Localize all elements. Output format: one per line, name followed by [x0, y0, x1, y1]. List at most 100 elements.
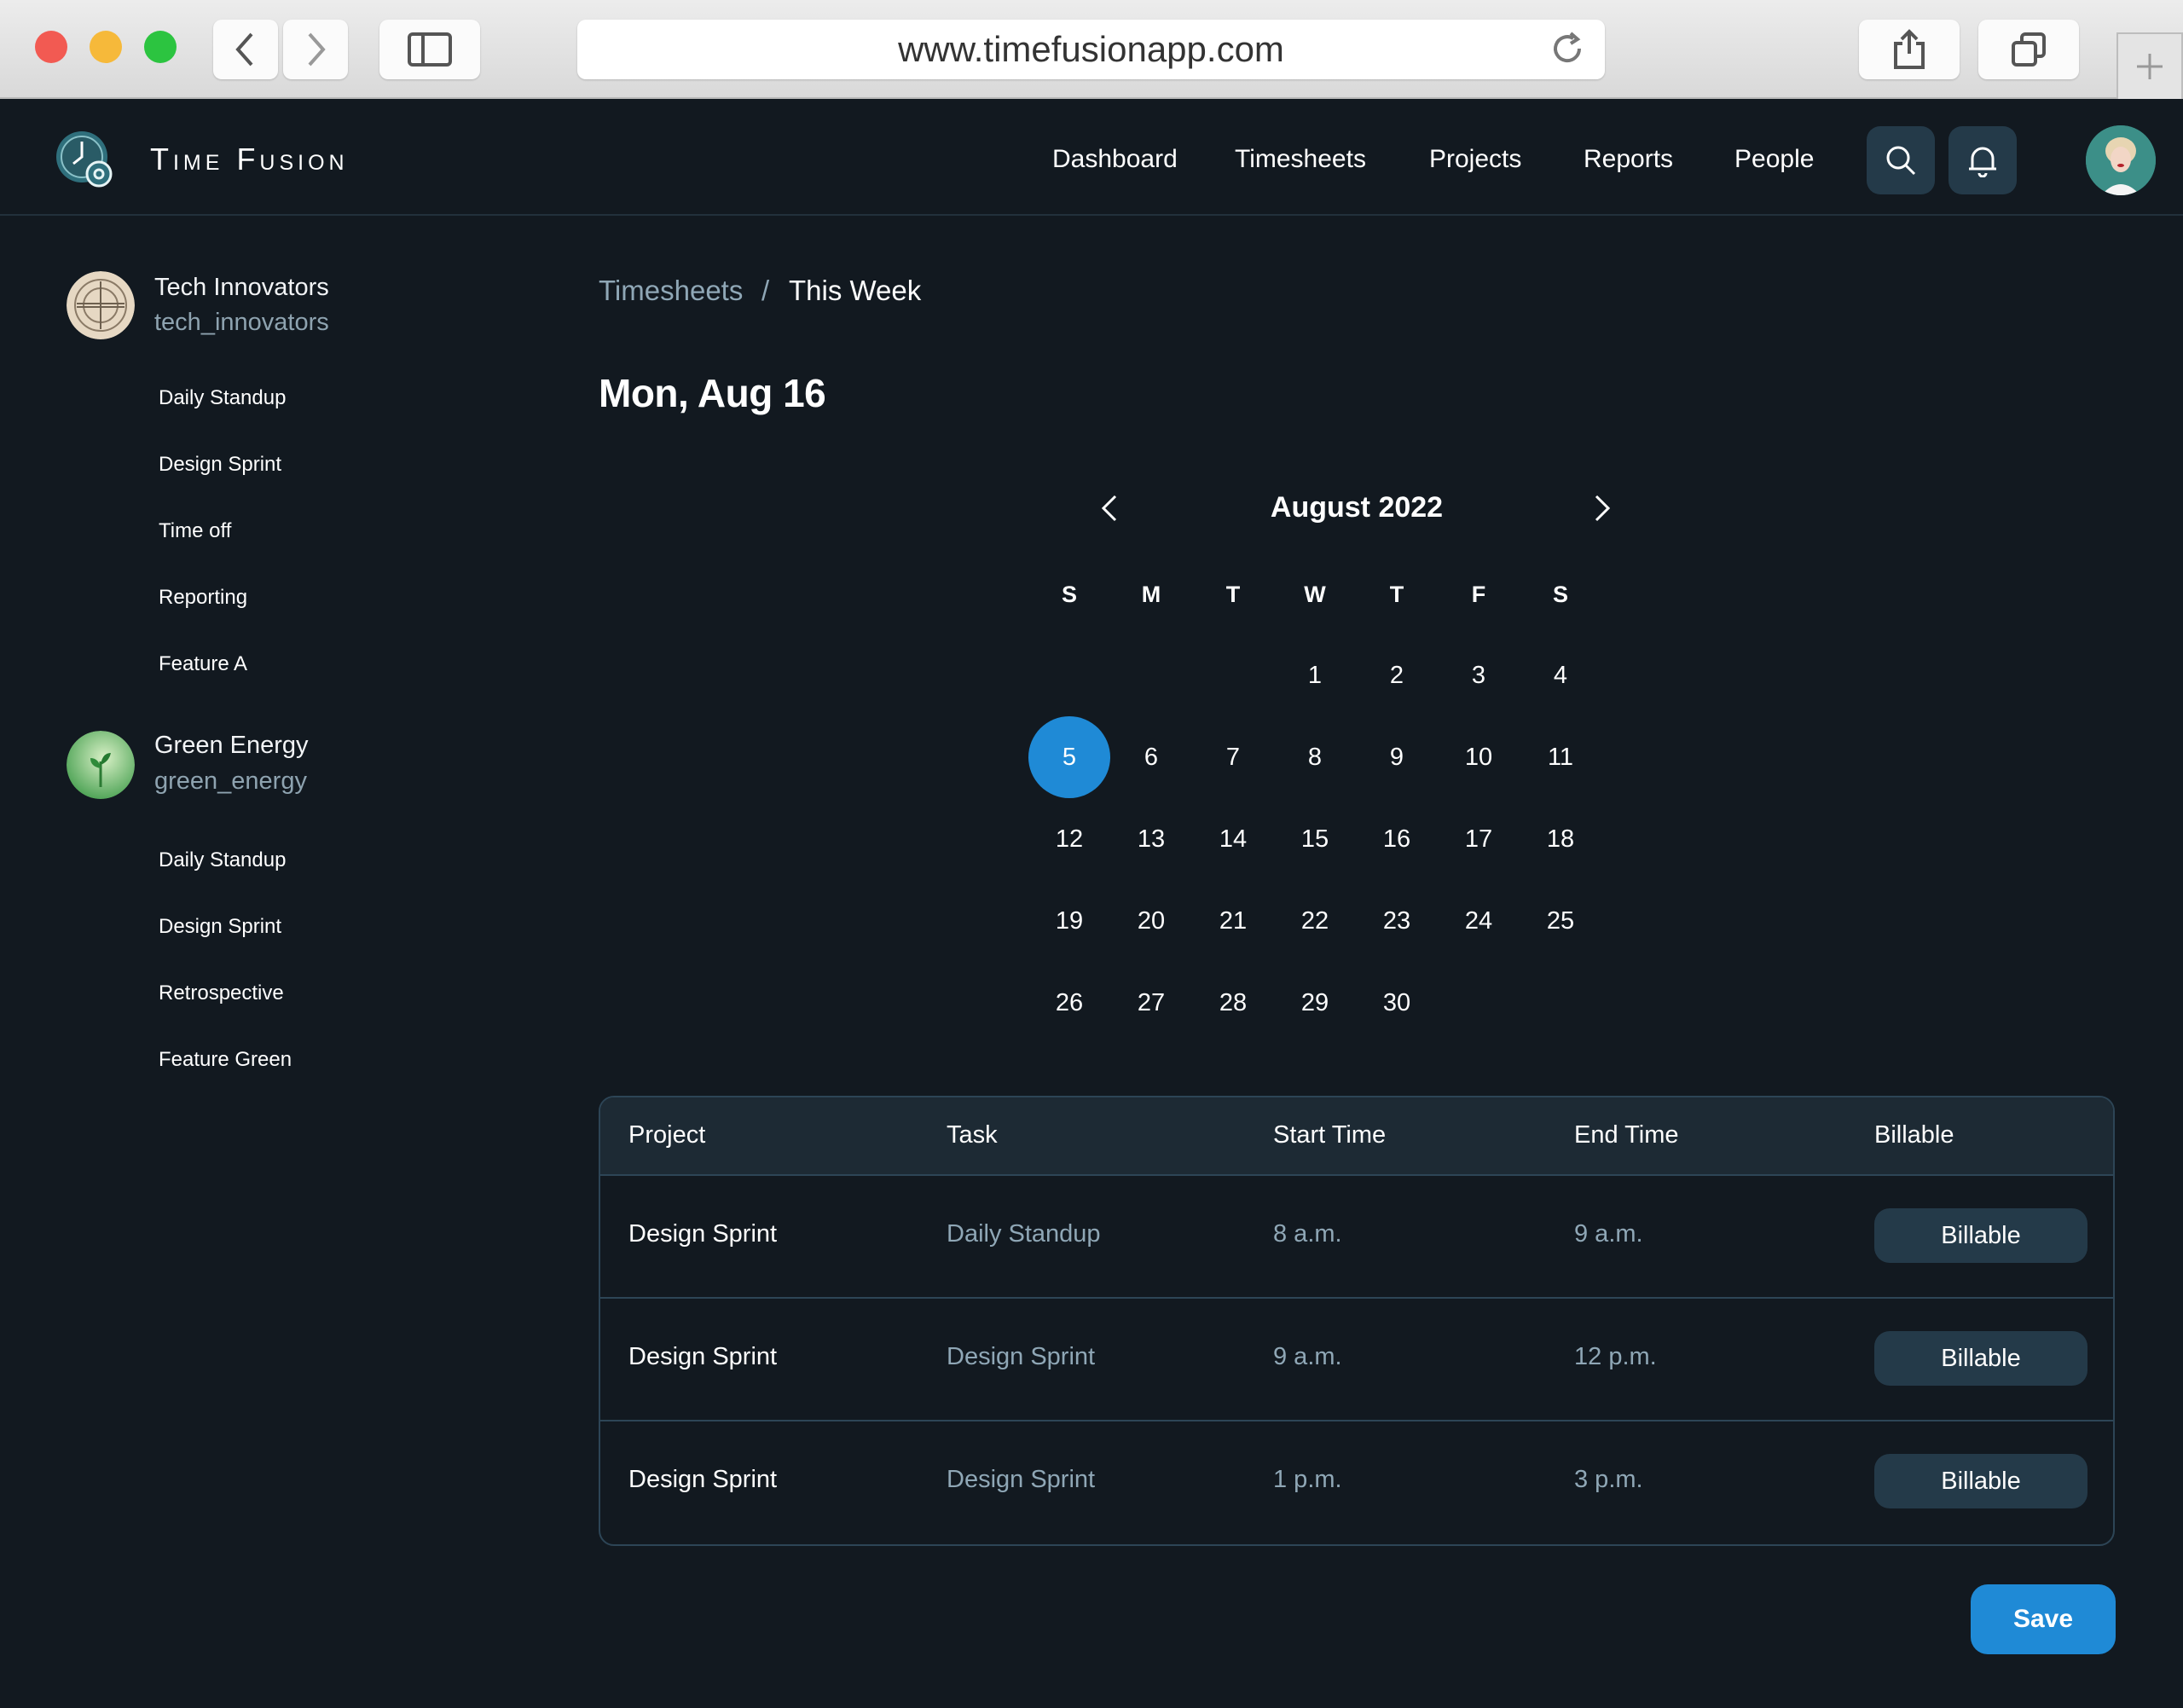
calendar-day[interactable]: 21	[1192, 880, 1274, 962]
show-tabs-button[interactable]	[1978, 20, 2079, 79]
chevron-left-icon[interactable]	[1093, 491, 1127, 525]
calendar-day[interactable]: 13	[1110, 798, 1192, 880]
org-avatar-tech-innovators[interactable]	[67, 271, 135, 339]
calendar-day[interactable]: 30	[1356, 962, 1438, 1044]
column-header-task: Task	[947, 1121, 998, 1149]
calendar-day[interactable]: 28	[1192, 962, 1274, 1044]
chevron-right-icon[interactable]	[1584, 491, 1618, 525]
calendar-day[interactable]: 27	[1110, 962, 1192, 1044]
sidebar-item[interactable]: Feature A	[159, 652, 247, 676]
sidebar-item[interactable]: Design Sprint	[159, 453, 281, 477]
weekday-label: M	[1141, 582, 1161, 607]
sidebar-item[interactable]: Time off	[159, 519, 231, 543]
billable-button[interactable]: Billable	[1874, 1331, 2087, 1386]
calendar-day[interactable]: 25	[1520, 880, 1601, 962]
user-avatar[interactable]	[2086, 125, 2156, 195]
timesheet-table: Project Task Start Time End Time Billabl…	[599, 1096, 2115, 1546]
calendar-day[interactable]: 10	[1438, 716, 1520, 798]
tech-innovators-logo-icon	[67, 271, 135, 339]
org-name[interactable]: Tech Innovators	[154, 274, 329, 302]
nav-dashboard[interactable]: Dashboard	[1052, 145, 1178, 174]
org-avatar-green-energy[interactable]	[67, 731, 135, 799]
sidebar-item[interactable]: Feature Green	[159, 1048, 292, 1072]
reload-icon[interactable]	[1550, 32, 1586, 67]
brand-name: Time Fusion	[150, 142, 349, 177]
column-header-project: Project	[628, 1121, 706, 1149]
table-header: Project Task Start Time End Time Billabl…	[600, 1097, 2113, 1176]
calendar-day[interactable]: 29	[1274, 962, 1356, 1044]
nav-projects[interactable]: Projects	[1429, 145, 1521, 174]
page-title: Mon, Aug 16	[599, 371, 826, 415]
breadcrumb-current: This Week	[789, 275, 922, 306]
calendar-day[interactable]: 12	[1028, 798, 1110, 880]
nav-timesheets[interactable]: Timesheets	[1235, 145, 1366, 174]
search-icon	[1886, 146, 1916, 176]
calendar-day[interactable]: 18	[1520, 798, 1601, 880]
calendar-day[interactable]: 26	[1028, 962, 1110, 1044]
sidebar-item[interactable]: Reporting	[159, 586, 247, 610]
billable-button[interactable]: Billable	[1874, 1208, 2087, 1263]
bell-icon	[1969, 147, 1996, 177]
calendar-day[interactable]: 8	[1274, 716, 1356, 798]
table-row: Design Sprint Daily Standup 8 a.m. 9 a.m…	[600, 1176, 2113, 1299]
app-header: Time Fusion Dashboard Timesheets Project…	[0, 99, 2183, 216]
new-tab-button[interactable]	[2116, 32, 2183, 99]
calendar-day[interactable]: 6	[1110, 716, 1192, 798]
maximize-window-button[interactable]	[144, 31, 177, 63]
breadcrumb-timesheets[interactable]: Timesheets	[599, 275, 743, 307]
calendar-day[interactable]: 20	[1110, 880, 1192, 962]
cell-end-time: 3 p.m.	[1574, 1466, 1643, 1493]
weekday-label: F	[1471, 582, 1486, 607]
minimize-window-button[interactable]	[90, 31, 122, 63]
search-button[interactable]	[1867, 126, 1935, 194]
back-button[interactable]	[213, 20, 278, 79]
calendar-day[interactable]: 1	[1274, 634, 1356, 716]
calendar-day[interactable]: 9	[1356, 716, 1438, 798]
new-tab-icon	[2137, 54, 2163, 79]
calendar-day[interactable]: 4	[1520, 634, 1601, 716]
sidebar-item[interactable]: Daily Standup	[159, 386, 286, 410]
cell-project: Design Sprint	[628, 1466, 778, 1493]
calendar-day[interactable]: 22	[1274, 880, 1356, 962]
calendar-day[interactable]: 16	[1356, 798, 1438, 880]
save-button[interactable]: Save	[1971, 1584, 2116, 1654]
cell-start-time: 9 a.m.	[1273, 1343, 1342, 1370]
calendar-day[interactable]: 7	[1192, 716, 1274, 798]
org-name[interactable]: Green Energy	[154, 732, 309, 760]
nav-people[interactable]: People	[1734, 145, 1814, 174]
column-header-end-time: End Time	[1574, 1121, 1679, 1149]
calendar-day-selected[interactable]: 5	[1028, 716, 1110, 798]
sidebar-item[interactable]: Retrospective	[159, 981, 284, 1005]
address-bar[interactable]: www.timefusionapp.com	[577, 20, 1605, 79]
cell-end-time: 9 a.m.	[1574, 1220, 1643, 1248]
cell-project: Design Sprint	[628, 1343, 778, 1370]
weekday-label: S	[1061, 582, 1077, 607]
calendar-day[interactable]: 19	[1028, 880, 1110, 962]
time-fusion-logo-icon	[56, 131, 113, 188]
sidebar-toggle-button[interactable]	[379, 20, 480, 79]
calendar-day[interactable]: 15	[1274, 798, 1356, 880]
billable-button[interactable]: Billable	[1874, 1454, 2087, 1508]
sidebar-item[interactable]: Daily Standup	[159, 848, 286, 872]
weekday-label: T	[1389, 582, 1404, 607]
calendar-day[interactable]: 14	[1192, 798, 1274, 880]
back-icon	[235, 32, 253, 67]
cell-task: Design Sprint	[947, 1343, 1096, 1370]
forward-button[interactable]	[283, 20, 348, 79]
calendar-day[interactable]: 23	[1356, 880, 1438, 962]
calendar-day[interactable]: 11	[1520, 716, 1601, 798]
nav-reports[interactable]: Reports	[1584, 145, 1673, 174]
cell-end-time: 12 p.m.	[1574, 1343, 1657, 1370]
calendar-day[interactable]: 2	[1356, 634, 1438, 716]
breadcrumb-separator: /	[761, 275, 770, 306]
sidebar-item[interactable]: Design Sprint	[159, 915, 281, 939]
calendar-day[interactable]: 24	[1438, 880, 1520, 962]
share-button[interactable]	[1859, 20, 1960, 79]
browser-toolbar: www.timefusionapp.com	[0, 0, 2183, 99]
table-row: Design Sprint Design Sprint 1 p.m. 3 p.m…	[600, 1421, 2113, 1544]
calendar-day[interactable]: 3	[1438, 634, 1520, 716]
calendar-day[interactable]: 17	[1438, 798, 1520, 880]
notifications-button[interactable]	[1948, 126, 2017, 194]
close-window-button[interactable]	[35, 31, 67, 63]
weekday-label: W	[1304, 582, 1326, 607]
